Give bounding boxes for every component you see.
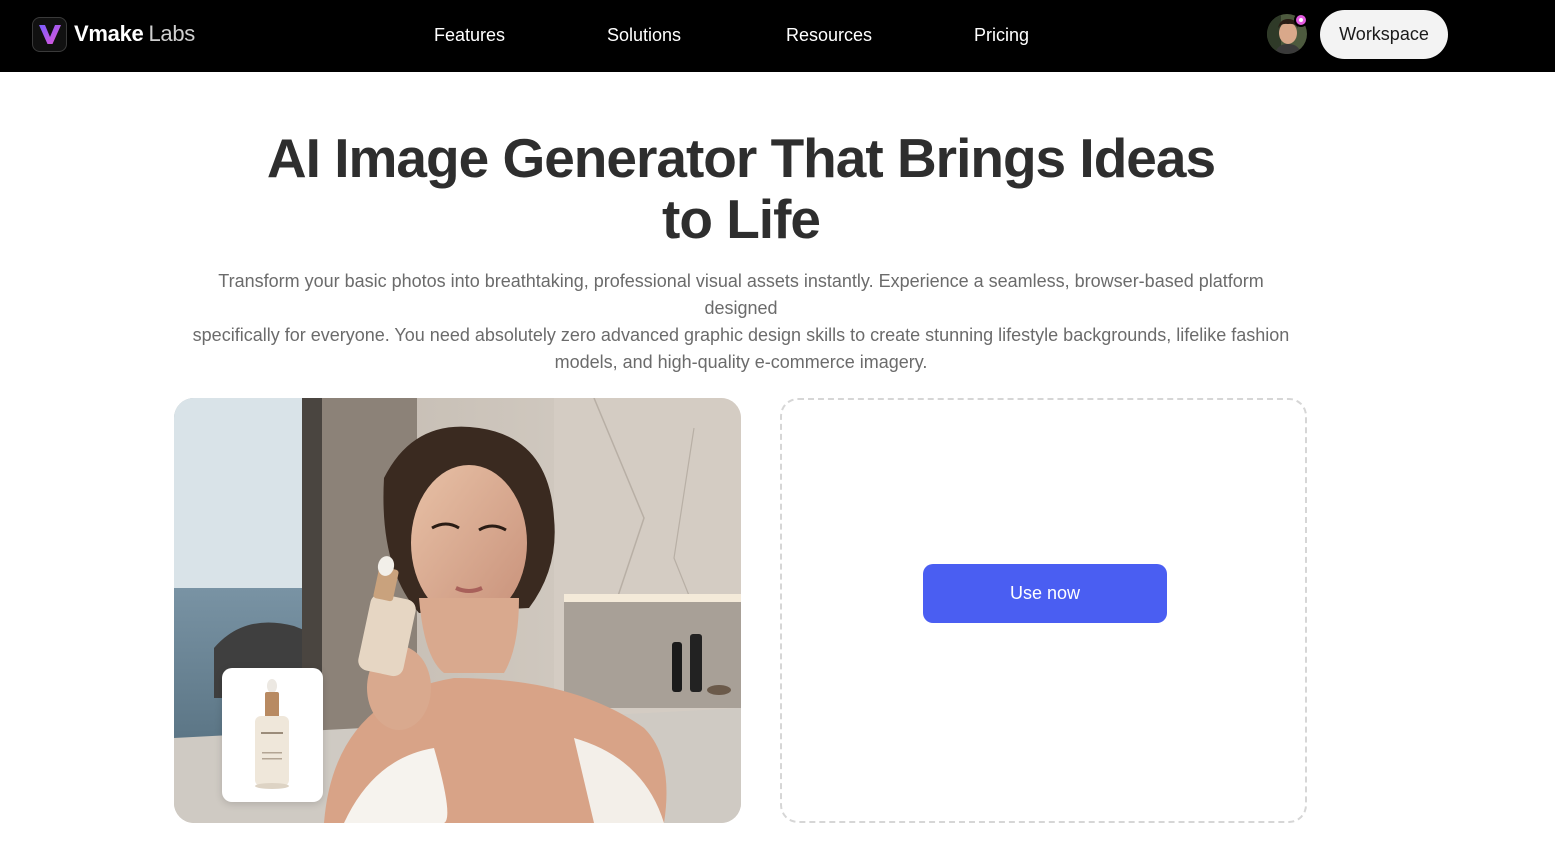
hero-description: Transform your basic photos into breatht… bbox=[180, 268, 1302, 376]
nav-pricing[interactable]: Pricing bbox=[974, 22, 1029, 48]
top-navigation-bar: Vmake Labs Features Solutions Resources … bbox=[0, 0, 1555, 72]
product-thumbnail bbox=[222, 668, 323, 802]
showcase-image bbox=[174, 398, 741, 823]
upload-drop-zone[interactable]: Use now bbox=[780, 398, 1307, 823]
serum-bottle-icon bbox=[255, 679, 289, 789]
page-title: AI Image Generator That Brings Ideas to … bbox=[200, 128, 1282, 250]
description-line-2: specifically for everyone. You need abso… bbox=[192, 325, 1290, 345]
brand-suffix: Labs bbox=[148, 21, 195, 46]
brand-logo[interactable]: Vmake Labs bbox=[32, 16, 195, 52]
title-line-2: to Life bbox=[662, 188, 821, 250]
title-line-1: AI Image Generator That Brings Ideas bbox=[266, 127, 1216, 189]
nav-resources[interactable]: Resources bbox=[786, 22, 872, 48]
use-now-button[interactable]: Use now bbox=[923, 564, 1167, 623]
description-line-3: models, and high-quality e-commerce imag… bbox=[554, 352, 928, 372]
user-avatar[interactable] bbox=[1267, 13, 1308, 54]
nav-features[interactable]: Features bbox=[434, 22, 505, 48]
notification-badge-icon bbox=[1294, 13, 1308, 27]
brand-name: Vmake bbox=[74, 21, 144, 46]
description-line-1: Transform your basic photos into breatht… bbox=[218, 271, 1264, 318]
nav-solutions[interactable]: Solutions bbox=[607, 22, 681, 48]
workspace-button[interactable]: Workspace bbox=[1320, 10, 1448, 59]
v-logo-icon bbox=[32, 16, 67, 52]
